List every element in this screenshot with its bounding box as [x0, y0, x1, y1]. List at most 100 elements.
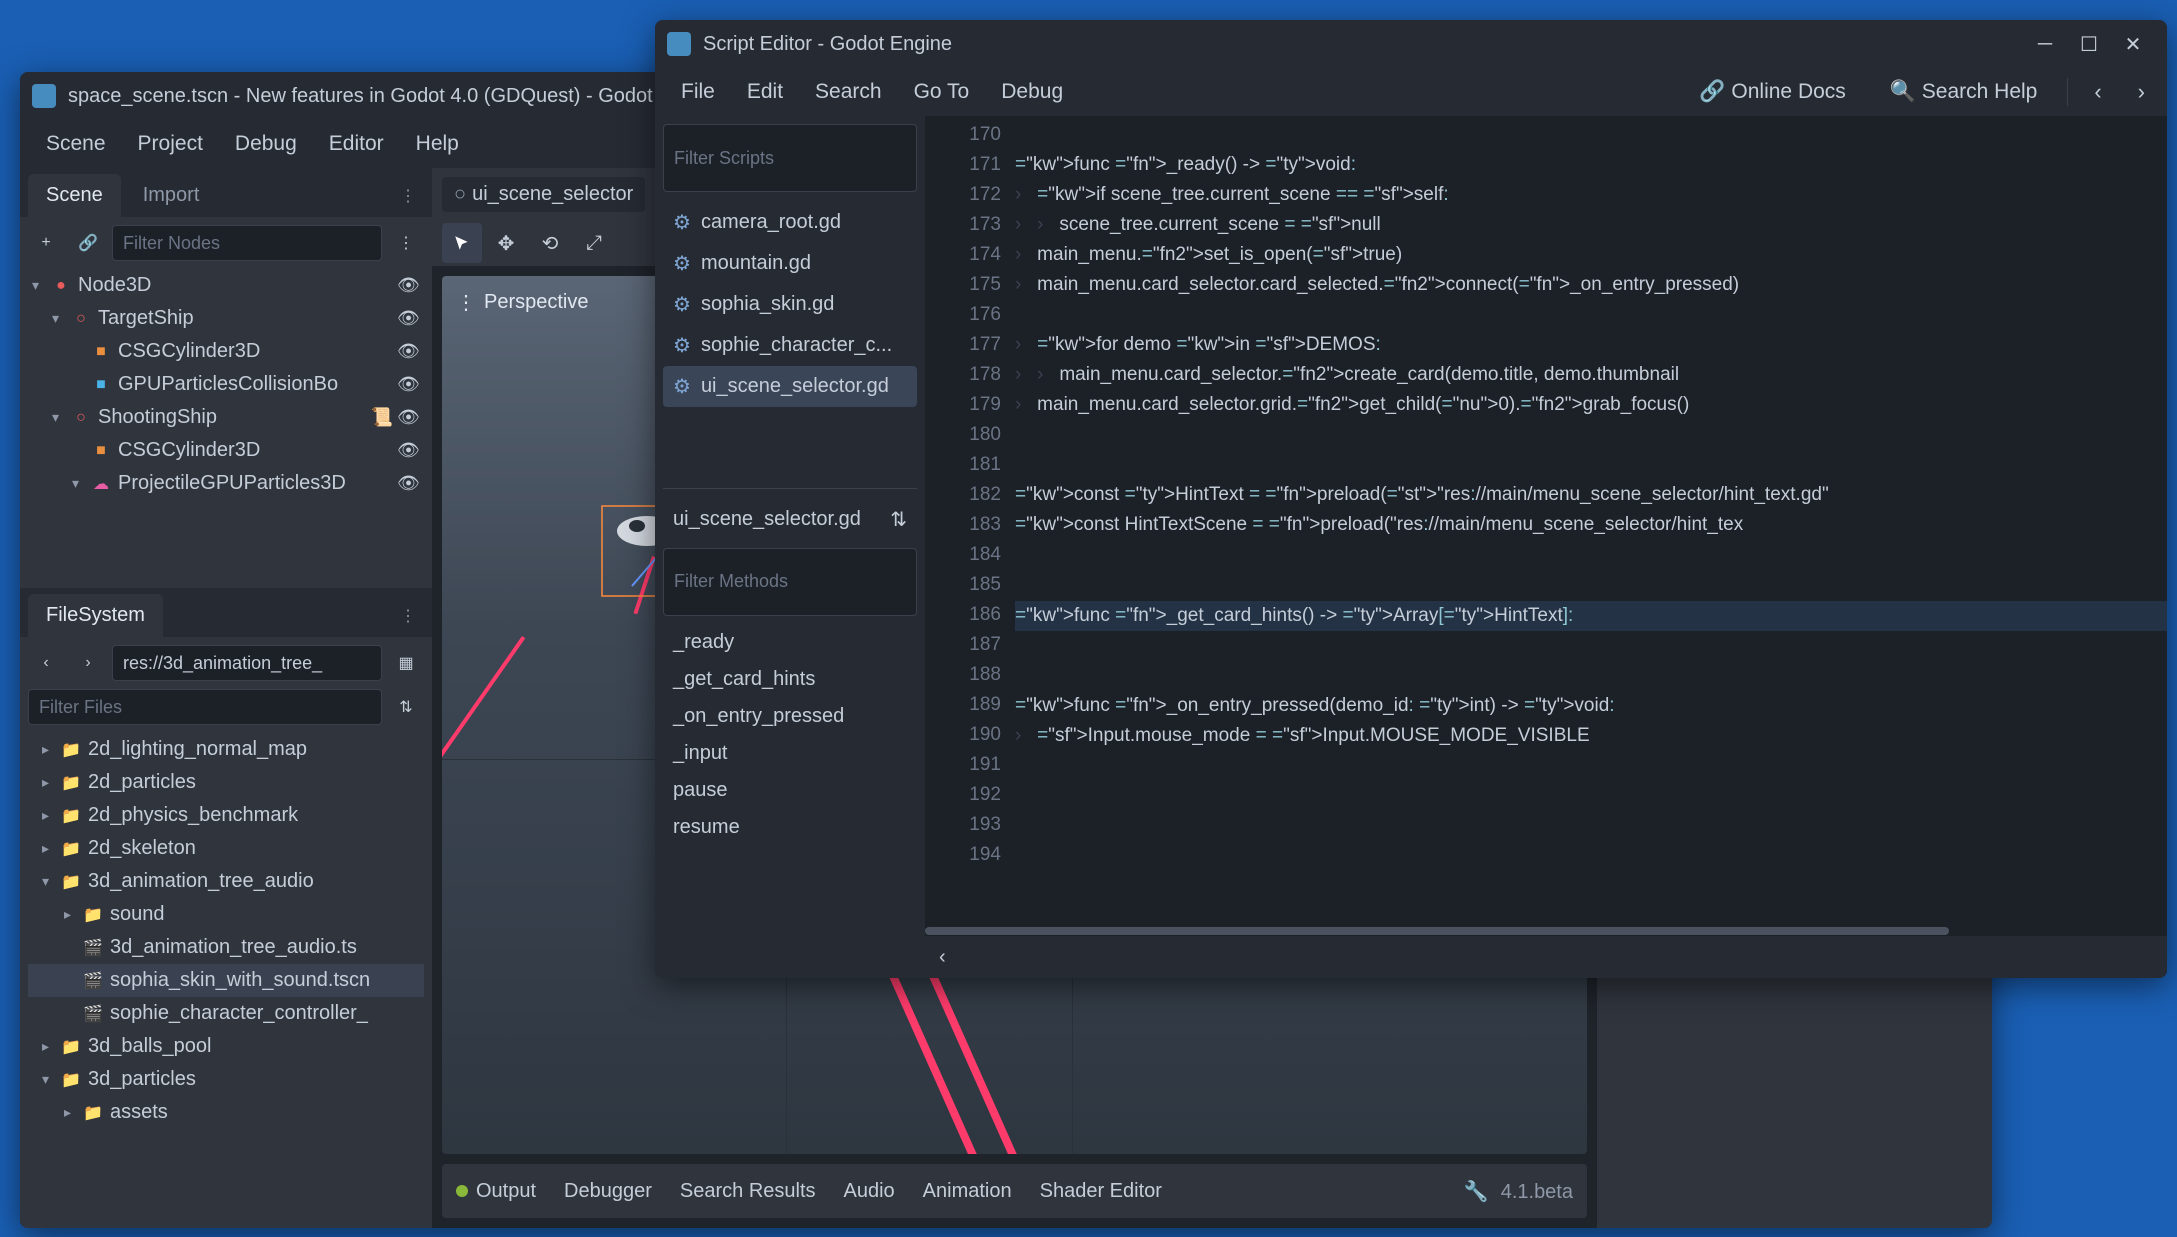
method-list-item[interactable]: _input	[663, 735, 917, 772]
status-back[interactable]: ‹	[939, 946, 946, 969]
link-node-button[interactable]: 🔗	[70, 225, 106, 261]
shader-editor-tab[interactable]: Shader Editor	[1040, 1180, 1162, 1203]
menu-debug[interactable]: Debug	[221, 126, 311, 162]
menu-project[interactable]: Project	[124, 126, 217, 162]
scene-tree-item[interactable]: ■CSGCylinder3D👁	[28, 335, 424, 368]
close-button[interactable]: ✕	[2111, 28, 2155, 60]
file-tree-item[interactable]: 🎬3d_animation_tree_audio.ts	[28, 931, 424, 964]
scale-tool[interactable]: ⤢	[574, 223, 614, 263]
script-window-title: Script Editor - Godot Engine	[703, 33, 952, 56]
view-toggle-button[interactable]: ▦	[388, 645, 424, 681]
visibility-icon[interactable]: 👁	[397, 308, 420, 329]
visibility-icon[interactable]: 👁	[397, 407, 420, 428]
menu-scene[interactable]: Scene	[32, 126, 120, 162]
script-list: ⚙camera_root.gd⚙mountain.gd⚙sophia_skin.…	[663, 202, 917, 407]
file-tree-item[interactable]: ▸📁assets	[28, 1096, 424, 1129]
method-list-item[interactable]: _on_entry_pressed	[663, 698, 917, 735]
method-list-item[interactable]: _get_card_hints	[663, 661, 917, 698]
method-list-item[interactable]: resume	[663, 809, 917, 846]
scene-tree-item[interactable]: ▾○ShootingShip📜👁	[28, 401, 424, 434]
file-tree-item[interactable]: ▾📁3d_animation_tree_audio	[28, 865, 424, 898]
menu-editor[interactable]: Editor	[315, 126, 398, 162]
animation-tab[interactable]: Animation	[923, 1180, 1012, 1203]
visibility-icon[interactable]: 👁	[397, 275, 420, 296]
scene-file-tab[interactable]: ○ ui_scene_selector	[442, 177, 645, 212]
scene-tabs: Scene Import ⋮	[20, 168, 432, 217]
filter-files-input[interactable]	[28, 689, 382, 725]
menu-search[interactable]: Search	[801, 74, 896, 110]
h-scrollbar[interactable]	[925, 926, 2167, 936]
menu-file[interactable]: File	[667, 74, 729, 110]
nav-back-script[interactable]: ‹	[2084, 75, 2111, 109]
left-dock: Scene Import ⋮ + 🔗 ⋮ ▾●Node3D👁▾○TargetSh…	[20, 168, 432, 1228]
select-tool[interactable]	[442, 223, 482, 263]
scene-tree-item[interactable]: ■CSGCylinder3D👁	[28, 434, 424, 467]
maximize-button[interactable]: ☐	[2067, 28, 2111, 60]
audio-tab[interactable]: Audio	[844, 1180, 895, 1203]
method-list-item[interactable]: _ready	[663, 624, 917, 661]
output-tab[interactable]: Output	[456, 1180, 536, 1203]
sort-button[interactable]: ⇅	[388, 689, 424, 725]
nav-fwd-script[interactable]: ›	[2128, 75, 2155, 109]
scene-tree-item[interactable]: ■GPUParticlesCollisionBo👁	[28, 368, 424, 401]
online-docs-button[interactable]: 🔗 Online Docs	[1685, 74, 1859, 110]
gear-icon: ⚙	[673, 251, 691, 276]
scene-more-button[interactable]: ⋮	[388, 225, 424, 261]
dock-menu-icon[interactable]: ⋮	[400, 186, 416, 206]
script-list-item[interactable]: ⚙camera_root.gd	[663, 202, 917, 243]
file-tree-item[interactable]: 🎬sophie_character_controller_	[28, 997, 424, 1030]
tab-scene[interactable]: Scene	[28, 174, 121, 217]
visibility-icon[interactable]: 👁	[397, 341, 420, 362]
script-list-item[interactable]: ⚙sophia_skin.gd	[663, 284, 917, 325]
main-window-title: space_scene.tscn - New features in Godot…	[68, 85, 721, 108]
current-file-label: ui_scene_selector.gd ⇅	[663, 499, 917, 540]
filter-methods-input[interactable]	[663, 548, 917, 616]
visibility-icon[interactable]: 👁	[397, 374, 420, 395]
dock-menu-icon-2[interactable]: ⋮	[400, 606, 416, 626]
file-tree-item[interactable]: ▸📁3d_balls_pool	[28, 1030, 424, 1063]
nav-fwd-button[interactable]: ›	[70, 645, 106, 681]
perspective-label[interactable]: ⋮Perspective	[456, 290, 589, 315]
code-text[interactable]: ="kw">func ="fn">_ready() -> ="ty">void:…	[1015, 116, 2167, 926]
menu-debug-script[interactable]: Debug	[987, 74, 1077, 110]
filter-nodes-input[interactable]	[112, 225, 382, 261]
file-tree-item[interactable]: ▸📁2d_particles	[28, 766, 424, 799]
script-list-item[interactable]: ⚙ui_scene_selector.gd	[663, 366, 917, 407]
gear-icon: ⚙	[673, 333, 691, 358]
tab-import[interactable]: Import	[125, 174, 218, 217]
file-tree-item[interactable]: ▸📁2d_lighting_normal_map	[28, 733, 424, 766]
script-list-item[interactable]: ⚙sophie_character_c...	[663, 325, 917, 366]
sort-methods-icon[interactable]: ⇅	[890, 507, 907, 532]
visibility-icon[interactable]: 👁	[397, 473, 420, 494]
file-tree-item[interactable]: ▾📁3d_particles	[28, 1063, 424, 1096]
script-list-item[interactable]: ⚙mountain.gd	[663, 243, 917, 284]
gear-icon: ⚙	[673, 292, 691, 317]
tab-filesystem[interactable]: FileSystem	[28, 594, 163, 637]
scene-tree-item[interactable]: ▾☁ProjectileGPUParticles3D👁	[28, 467, 424, 500]
file-tree-item[interactable]: ▸📁2d_physics_benchmark	[28, 799, 424, 832]
nav-back-button[interactable]: ‹	[28, 645, 64, 681]
visibility-icon[interactable]: 👁	[397, 440, 420, 461]
scene-tree-item[interactable]: ▾●Node3D👁	[28, 269, 424, 302]
file-tree-item[interactable]: 🎬sophia_skin_with_sound.tscn	[28, 964, 424, 997]
minimize-button[interactable]: ─	[2023, 28, 2067, 60]
filter-scripts-input[interactable]	[663, 124, 917, 192]
file-tree-item[interactable]: ▸📁sound	[28, 898, 424, 931]
search-help-button[interactable]: 🔍 Search Help	[1876, 74, 2052, 110]
file-tree-item[interactable]: ▸📁2d_skeleton	[28, 832, 424, 865]
method-list: _ready_get_card_hints_on_entry_pressed_i…	[663, 624, 917, 846]
file-tree: ▸📁2d_lighting_normal_map▸📁2d_particles▸📁…	[28, 733, 424, 1220]
debugger-tab[interactable]: Debugger	[564, 1180, 652, 1203]
menu-help[interactable]: Help	[402, 126, 473, 162]
path-input[interactable]	[112, 645, 382, 681]
add-node-button[interactable]: +	[28, 225, 64, 261]
scene-tree-item[interactable]: ▾○TargetShip👁	[28, 302, 424, 335]
menu-goto[interactable]: Go To	[900, 74, 984, 110]
visibility-icon[interactable]: 📜	[371, 407, 393, 428]
menu-edit[interactable]: Edit	[733, 74, 797, 110]
method-list-item[interactable]: pause	[663, 772, 917, 809]
script-title-bar: Script Editor - Godot Engine ─ ☐ ✕	[655, 20, 2167, 68]
move-tool[interactable]: ✥	[486, 223, 526, 263]
rotate-tool[interactable]: ⟲	[530, 223, 570, 263]
search-results-tab[interactable]: Search Results	[680, 1180, 816, 1203]
